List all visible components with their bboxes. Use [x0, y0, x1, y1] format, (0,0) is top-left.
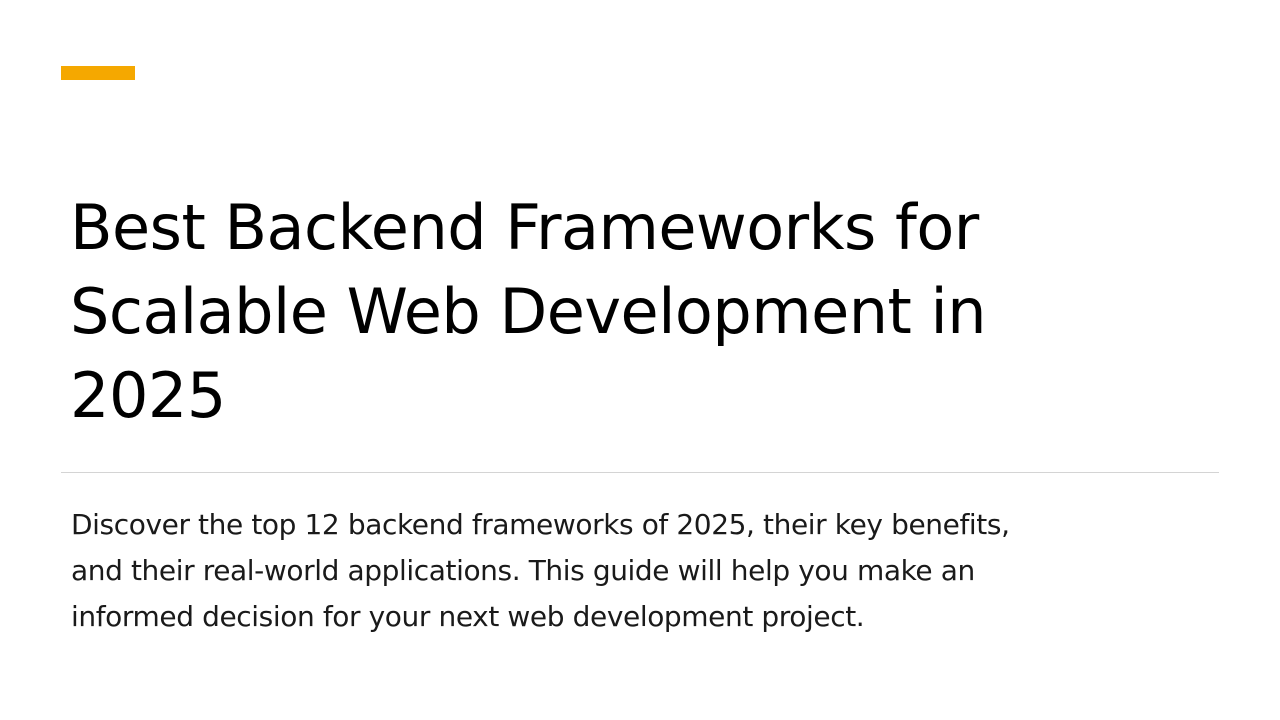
slide-subtitle: Discover the top 12 backend frameworks o…	[71, 508, 1010, 633]
slide-title: Best Backend Frameworks for Scalable Web…	[70, 191, 987, 432]
divider-line	[61, 472, 1219, 473]
accent-bar	[61, 66, 135, 80]
title-slide: Best Backend Frameworks for Scalable Web…	[0, 0, 1280, 720]
